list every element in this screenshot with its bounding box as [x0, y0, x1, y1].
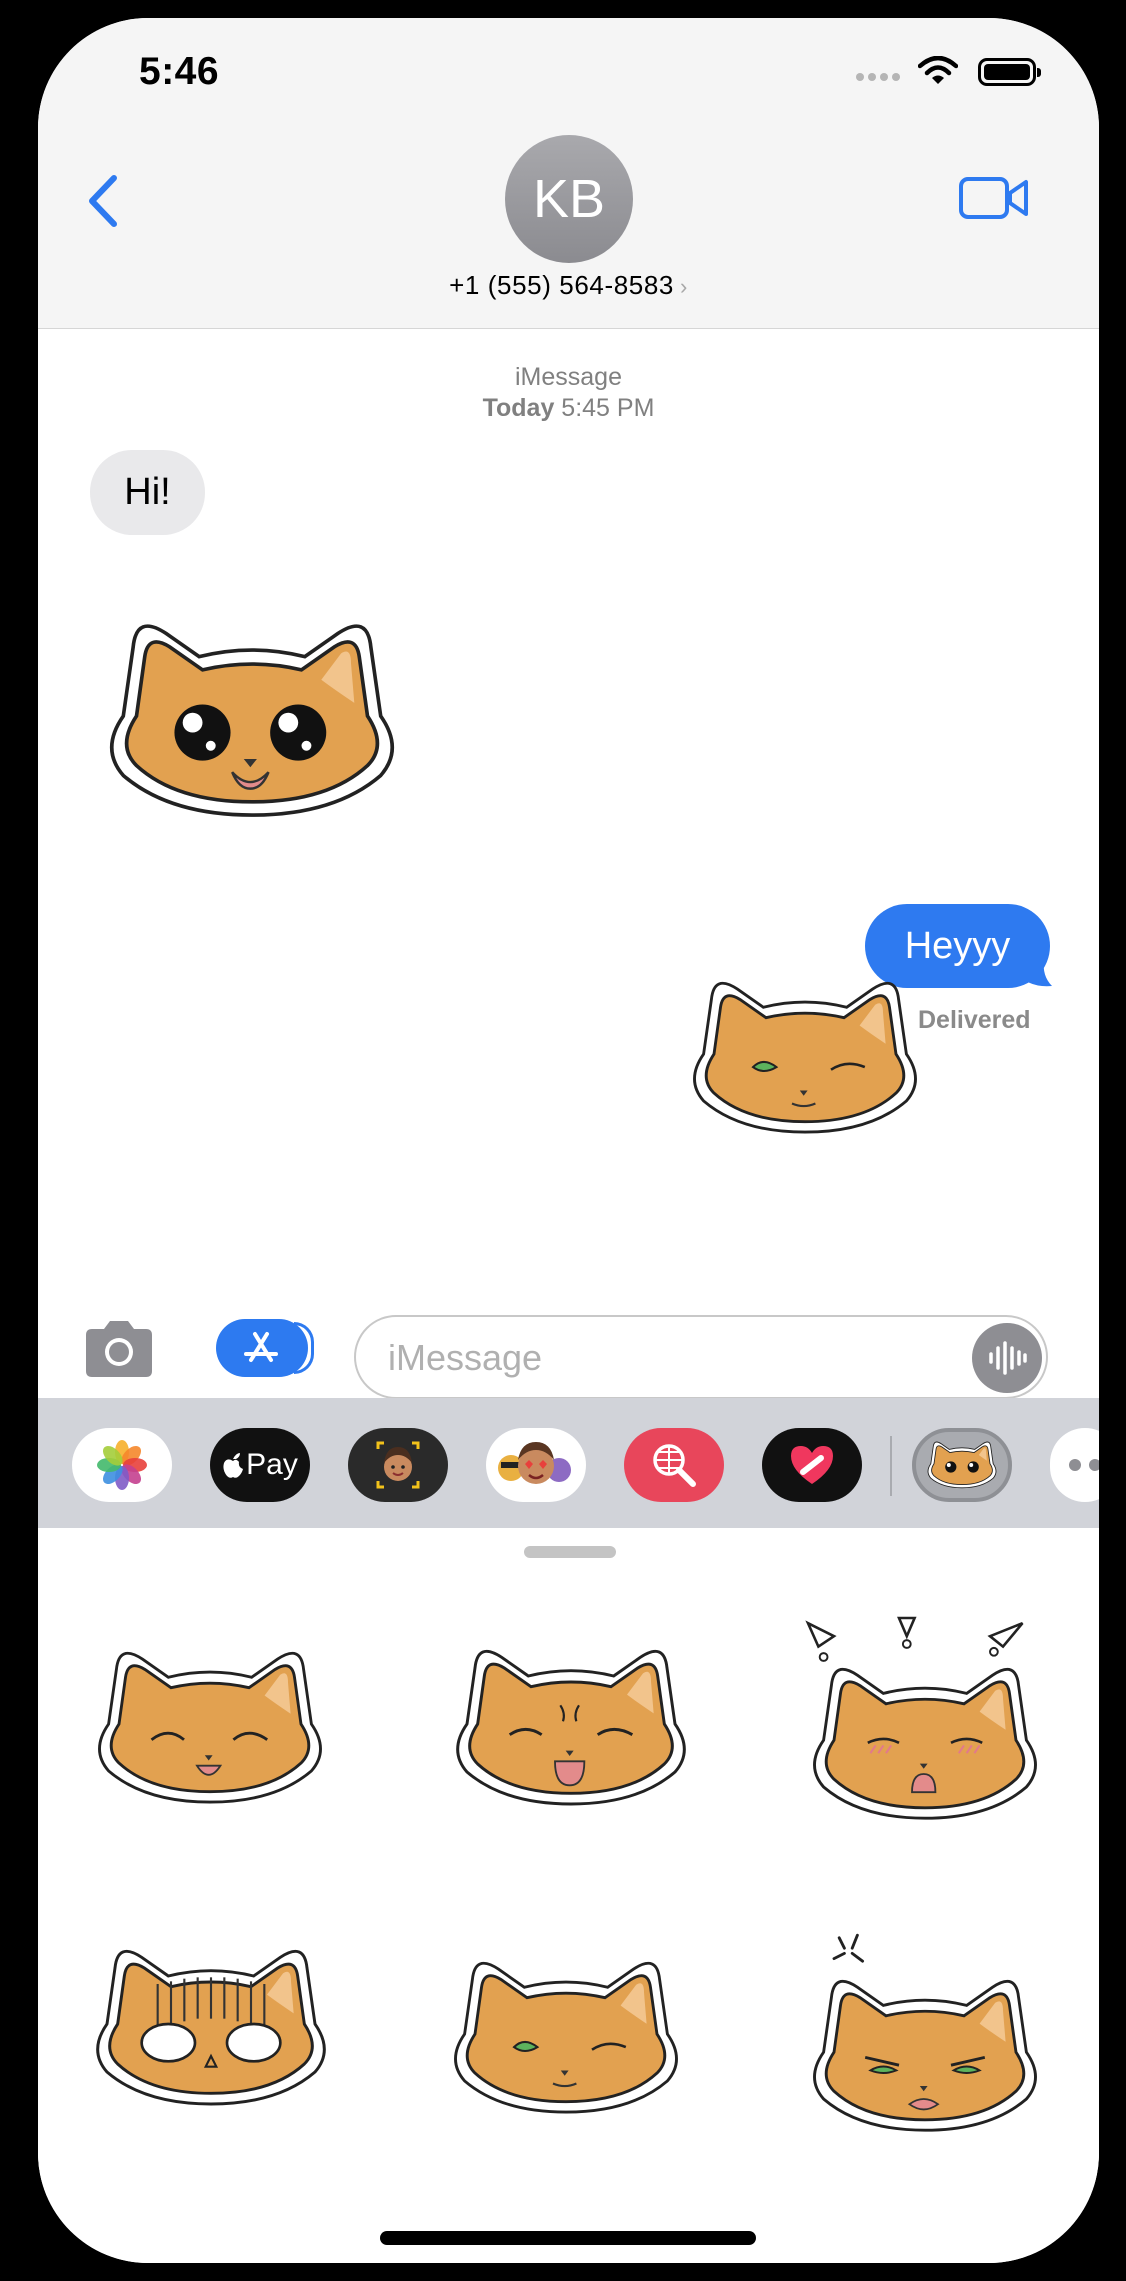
cat-annoyed-sticker[interactable] — [795, 1928, 1055, 2153]
more-icon — [1069, 1459, 1099, 1471]
app-store-button[interactable] — [216, 1319, 314, 1377]
voice-message-button[interactable] — [972, 1323, 1042, 1393]
home-indicator[interactable] — [380, 2231, 756, 2245]
image-search-app[interactable] — [624, 1428, 724, 1502]
photos-app[interactable] — [72, 1428, 172, 1502]
battery-icon — [978, 58, 1041, 86]
heart-icon — [791, 1446, 833, 1484]
status-time: 5:46 — [139, 50, 220, 93]
bubble-tail — [1016, 960, 1052, 987]
memoji-stickers-app[interactable] — [486, 1428, 586, 1502]
cat-happy-closed-eyes-sticker[interactable] — [80, 1628, 340, 1828]
imessage-app-strip: Pay — [38, 1398, 1099, 1528]
timestamp-day: Today — [482, 394, 555, 422]
timestamp-time: 5:45 PM — [561, 394, 655, 422]
globe-search-icon — [653, 1444, 696, 1487]
cat-wink-drawer-sticker[interactable] — [436, 1938, 696, 2138]
conversation-header: 5:46 KB +1 (555) 564-8583 › — [38, 18, 1099, 329]
apple-pay-app[interactable]: Pay — [210, 1428, 310, 1502]
contact-title[interactable]: +1 (555) 564-8583 › — [38, 270, 1099, 301]
status-bar: 5:46 — [38, 18, 1099, 128]
phone-screen: 5:46 KB +1 (555) 564-8583 › iMessage Toda… — [38, 18, 1099, 2263]
cat-face-icon — [927, 1441, 997, 1489]
message-input[interactable] — [386, 1331, 950, 1385]
apple-pay-label: Pay — [246, 1448, 298, 1481]
cat-laughing-sticker[interactable] — [436, 1628, 706, 1828]
signal-icon — [856, 73, 900, 81]
cat-wink-sticker[interactable] — [675, 958, 935, 1158]
camera-button[interactable] — [80, 1319, 158, 1379]
avatar-initials: KB — [532, 169, 606, 229]
compose-bar — [38, 1288, 1099, 1399]
cat-shocked-white-eyes-sticker[interactable] — [76, 1928, 346, 2128]
contact-avatar[interactable]: KB — [505, 135, 633, 263]
memoji-app[interactable] — [348, 1428, 448, 1502]
memoji-icon — [376, 1441, 420, 1489]
waveform-icon — [989, 1341, 1027, 1375]
strip-divider — [890, 1436, 892, 1496]
video-call-button[interactable] — [958, 173, 1030, 223]
digital-touch-app[interactable] — [762, 1428, 862, 1502]
message-input-field[interactable] — [354, 1315, 1048, 1399]
contact-number: +1 (555) 564-8583 — [449, 270, 674, 300]
drawer-grabber[interactable] — [524, 1546, 616, 1558]
service-label: iMessage — [515, 363, 622, 391]
app-store-icon — [244, 1332, 278, 1362]
chevron-right-icon: › — [679, 274, 688, 299]
sticker-drawer — [38, 1528, 1099, 2263]
wifi-icon — [918, 56, 958, 84]
emoji-faces-icon — [498, 1442, 571, 1484]
cat-surprised-blush-sticker[interactable] — [795, 1616, 1055, 1841]
incoming-message-bubble[interactable]: Hi! — [90, 450, 205, 535]
apple-logo-icon — [223, 1453, 244, 1478]
more-apps[interactable] — [1050, 1428, 1099, 1502]
cat-big-eyes-sticker[interactable] — [87, 586, 417, 856]
cat-stickers-app[interactable] — [912, 1428, 1012, 1502]
back-button[interactable] — [76, 166, 136, 236]
photos-flower-icon — [97, 1440, 147, 1490]
message-timestamp: Today 5:45 PM — [38, 394, 1099, 423]
